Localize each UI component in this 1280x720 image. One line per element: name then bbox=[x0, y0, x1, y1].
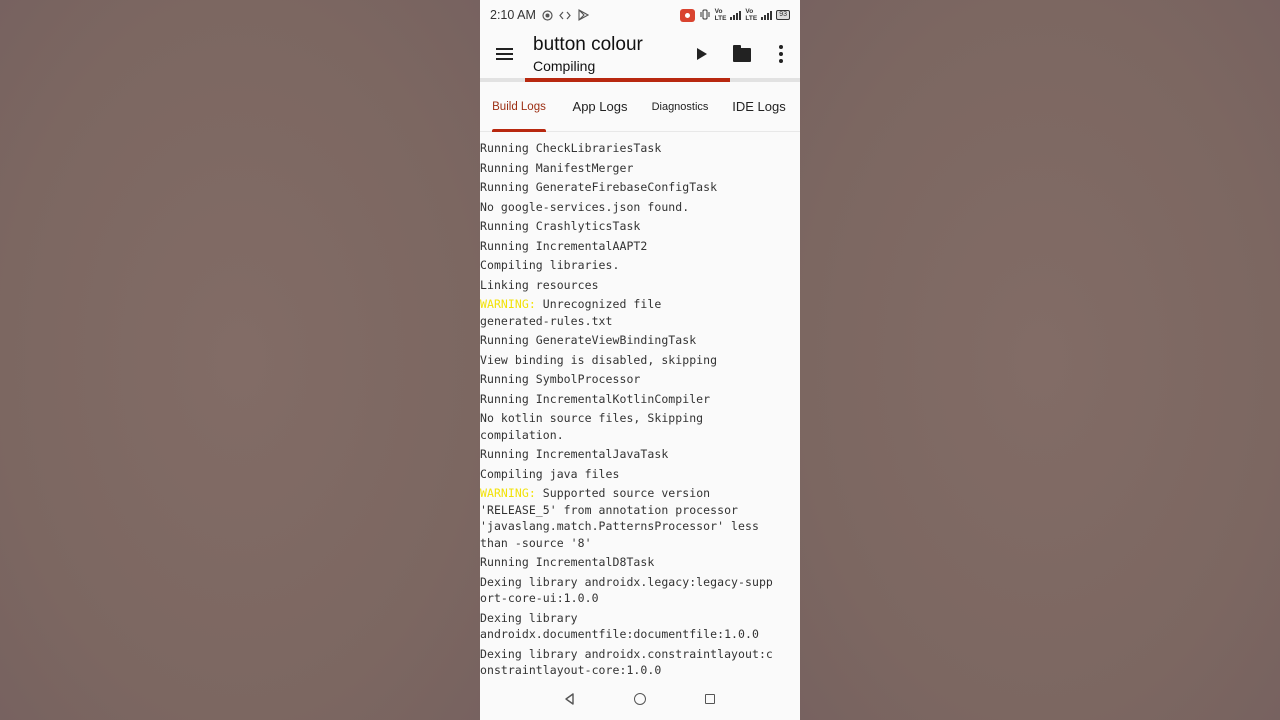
status-right-group: Vo LTE Vo LTE 93 bbox=[679, 8, 790, 22]
log-text: Running GenerateViewBindingTask bbox=[480, 333, 697, 347]
toolbar-titles: button colour Compiling bbox=[528, 33, 682, 75]
log-warning-line: WARNING: Unrecognized file generated-rul… bbox=[480, 296, 800, 329]
log-line: Compiling java files bbox=[480, 466, 800, 483]
background-right bbox=[800, 0, 1280, 720]
log-line: Dexing library androidx.documentfile:doc… bbox=[480, 610, 800, 643]
tab-app-logs[interactable]: App Logs bbox=[558, 82, 642, 132]
log-line: No google-services.json found. bbox=[480, 199, 800, 216]
warning-label: WARNING: bbox=[480, 297, 536, 311]
log-line: Dexing library androidx.constraintlayout… bbox=[480, 646, 800, 679]
log-line: View binding is disabled, skipping bbox=[480, 352, 800, 369]
sim2-lte: LTE bbox=[745, 15, 758, 22]
sim2-lte-label: Vo LTE bbox=[745, 8, 757, 22]
signal-icon bbox=[761, 10, 773, 20]
log-line: Running GenerateViewBindingTask bbox=[480, 332, 800, 349]
log-tabs: Build Logs App Logs Diagnostics IDE Logs bbox=[480, 82, 800, 132]
tab-label: Build Logs bbox=[492, 100, 546, 113]
run-button[interactable] bbox=[682, 30, 722, 78]
nav-back-button[interactable] bbox=[558, 687, 582, 711]
background-left bbox=[0, 0, 480, 720]
sim2-vo: Vo bbox=[745, 8, 754, 15]
log-text: Dexing library androidx.constraintlayout… bbox=[480, 646, 773, 678]
play-store-icon bbox=[577, 9, 589, 21]
log-text: No kotlin source files, Skipping compila… bbox=[480, 411, 704, 442]
system-nav-bar bbox=[480, 678, 800, 720]
status-bar: 2:10 AM Vo LTE Vo LTE 93 bbox=[480, 0, 800, 30]
overflow-menu-button[interactable] bbox=[762, 30, 800, 78]
log-line: Dexing library androidx.legacy:legacy-su… bbox=[480, 574, 800, 607]
tab-diagnostics[interactable]: Diagnostics bbox=[642, 82, 718, 132]
log-line: Running IncrementalD8Task bbox=[480, 554, 800, 571]
log-text: Running IncrementalJavaTask bbox=[480, 447, 669, 461]
hamburger-menu-icon[interactable] bbox=[480, 30, 528, 78]
log-line: Linking resources bbox=[480, 277, 800, 294]
build-log-output[interactable]: Running CheckLibrariesTask Running Manife… bbox=[480, 132, 800, 678]
screen-record-icon bbox=[679, 8, 695, 22]
log-text: Running IncrementalAAPT2 bbox=[480, 238, 648, 253]
log-line: Running IncrementalKotlinCompiler bbox=[480, 391, 800, 408]
sim1-lte: LTE bbox=[714, 15, 727, 22]
log-line: Running IncrementalJavaTask bbox=[480, 446, 800, 463]
warning-label: WARNING: bbox=[480, 486, 536, 500]
code-icon bbox=[559, 11, 571, 20]
log-text: Dexing library androidx.legacy:legacy-su… bbox=[480, 574, 773, 606]
nav-recents-button[interactable] bbox=[698, 687, 722, 711]
play-icon bbox=[697, 48, 707, 60]
log-line: No kotlin source files, Skipping compila… bbox=[480, 410, 800, 443]
log-text: Running GenerateFirebaseConfigTask bbox=[480, 180, 718, 194]
log-line: Running CheckLibrariesTask bbox=[480, 140, 800, 157]
back-triangle-icon bbox=[565, 693, 574, 705]
sim1-lte-label: Vo LTE bbox=[715, 8, 727, 22]
tab-label: App Logs bbox=[572, 99, 628, 114]
log-line: Running CrashlyticsTask bbox=[480, 218, 800, 235]
nav-home-button[interactable] bbox=[628, 687, 652, 711]
vibrate-icon bbox=[699, 9, 711, 22]
log-text: Running IncrementalD8Task bbox=[480, 555, 655, 569]
phone-screen: 2:10 AM Vo LTE Vo LTE 93 button colour C… bbox=[480, 0, 800, 720]
log-text: Dexing library androidx.documentfile:doc… bbox=[480, 610, 759, 642]
log-text: Compiling libraries. bbox=[480, 258, 620, 272]
log-line: Running GenerateFirebaseConfigTask bbox=[480, 179, 800, 196]
log-text: Running ManifestMerger bbox=[480, 160, 634, 175]
log-text: Running CheckLibrariesTask bbox=[480, 141, 662, 155]
tab-label: IDE Logs bbox=[732, 99, 786, 114]
build-status: Compiling bbox=[533, 58, 596, 74]
app-toolbar: button colour Compiling bbox=[480, 30, 800, 78]
log-text: Compiling java files bbox=[480, 466, 620, 481]
tab-ide-logs[interactable]: IDE Logs bbox=[718, 82, 800, 132]
log-line: Running SymbolProcessor bbox=[480, 371, 800, 388]
signal-icon bbox=[730, 10, 742, 20]
battery-icon: 93 bbox=[776, 10, 790, 20]
log-scroll-fade bbox=[480, 132, 800, 140]
home-circle-icon bbox=[634, 693, 646, 705]
files-button[interactable] bbox=[722, 30, 762, 78]
log-text: Running CrashlyticsTask bbox=[480, 219, 641, 233]
log-text: Running SymbolProcessor bbox=[480, 372, 641, 386]
more-vert-icon bbox=[779, 45, 783, 63]
tab-build-logs[interactable]: Build Logs bbox=[480, 82, 558, 132]
log-line: Compiling libraries. bbox=[480, 257, 800, 274]
status-time: 2:10 AM bbox=[490, 8, 536, 22]
log-text: View binding is disabled, skipping bbox=[480, 352, 718, 367]
log-text: Linking resources bbox=[480, 277, 599, 292]
log-warning-line: WARNING: Supported source version 'RELEA… bbox=[480, 485, 800, 551]
log-line: Running IncrementalAAPT2 bbox=[480, 238, 800, 255]
recents-square-icon bbox=[705, 694, 715, 704]
tab-label: Diagnostics bbox=[651, 100, 709, 113]
log-line: Running ManifestMerger bbox=[480, 160, 800, 177]
log-text: No google-services.json found. bbox=[480, 199, 690, 214]
project-title: button colour bbox=[533, 34, 643, 55]
sim1-vo: Vo bbox=[714, 8, 723, 15]
record-icon bbox=[542, 9, 553, 21]
log-text: Running IncrementalKotlinCompiler bbox=[480, 391, 711, 406]
folder-icon bbox=[733, 45, 751, 62]
